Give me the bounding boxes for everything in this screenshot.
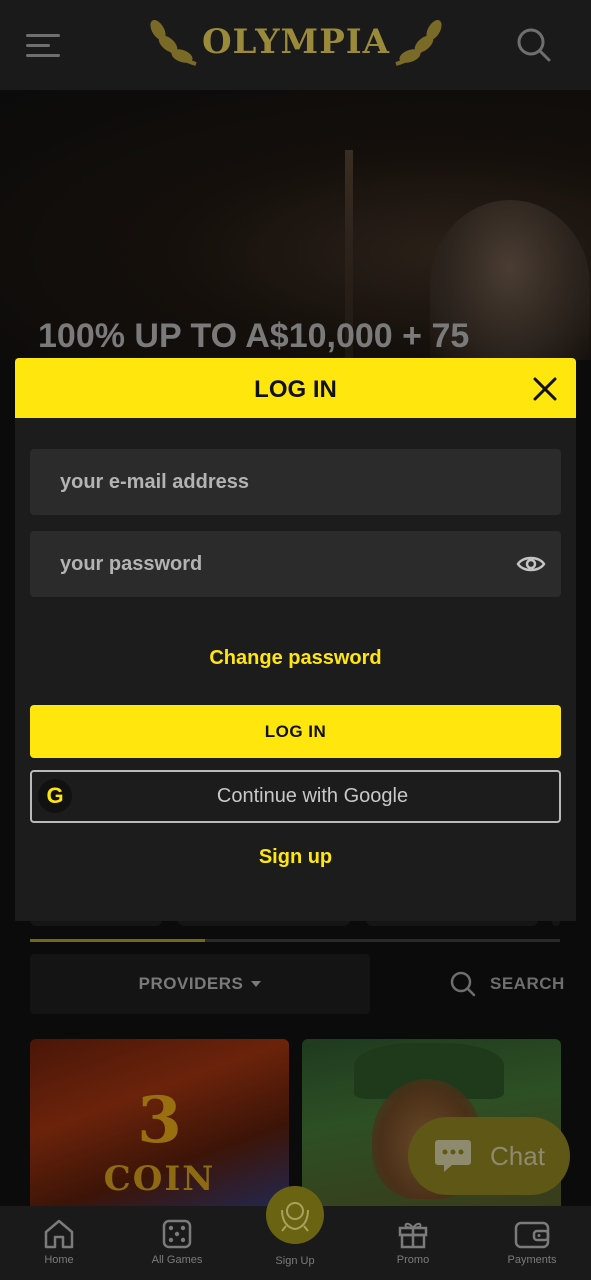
caret-down-icon <box>251 981 262 987</box>
providers-label: PROVIDERS <box>138 974 244 993</box>
promo-banner[interactable]: 100% UP TO A$10,000 + 75 <box>0 90 591 360</box>
nav-label-all-games: All Games <box>151 1254 203 1266</box>
email-field <box>30 449 561 515</box>
wallet-icon <box>514 1221 550 1249</box>
google-button-label: Continue with Google <box>216 785 409 807</box>
bottom-nav: Home All Games Sign Up Promo Payments <box>0 1186 591 1280</box>
google-signin-button[interactable]: G Continue with Google <box>30 770 561 823</box>
search-icon <box>450 971 476 997</box>
chat-label: Chat <box>490 1140 545 1171</box>
nav-label-sign-up: Sign Up <box>275 1255 315 1267</box>
menu-icon[interactable] <box>26 34 60 57</box>
eye-icon[interactable] <box>516 552 546 576</box>
logo[interactable]: OLYMPIA <box>146 12 446 74</box>
game-card[interactable]: 3 COIN <box>30 1039 289 1219</box>
login-button[interactable]: LOG IN <box>30 705 561 758</box>
chat-button[interactable]: Chat <box>408 1117 570 1195</box>
gift-icon <box>398 1222 428 1249</box>
nav-label-home: Home <box>44 1254 74 1266</box>
nav-label-promo: Promo <box>396 1254 430 1266</box>
close-icon[interactable] <box>530 374 560 404</box>
game-title-word: COIN <box>103 1159 216 1199</box>
tabs-scroll-indicator-fill <box>30 939 205 942</box>
login-modal: LOG IN Change password LOG IN G Continue… <box>15 358 576 921</box>
search-label: SEARCH <box>490 974 565 993</box>
tabs-scroll-indicator <box>30 939 560 942</box>
home-icon <box>44 1219 74 1249</box>
nav-item-sign-up[interactable] <box>266 1186 324 1244</box>
laurel-icon <box>281 1202 309 1232</box>
page: OLYMPIA 100% UP TO A$10,000 + 75 PROVIDE… <box>0 0 591 1280</box>
email-input[interactable] <box>30 449 561 515</box>
nav-item-payments[interactable]: Payments <box>473 1206 591 1280</box>
change-password-link[interactable]: Change password <box>15 647 576 670</box>
logo-text: OLYMPIA <box>201 22 391 62</box>
games-search-button[interactable]: SEARCH <box>450 968 565 1000</box>
laurel-right-icon <box>395 20 442 66</box>
game-title-number: 3 <box>137 1083 182 1158</box>
dice-icon <box>162 1219 192 1249</box>
modal-title: LOG IN <box>254 376 337 403</box>
modal-header: LOG IN <box>15 358 576 418</box>
top-header: OLYMPIA <box>0 0 591 90</box>
password-field <box>30 531 561 597</box>
search-icon[interactable] <box>515 26 551 62</box>
signup-link[interactable]: Sign up <box>15 846 576 869</box>
promo-title: 100% UP TO A$10,000 + 75 <box>38 317 470 355</box>
nav-item-home[interactable]: Home <box>0 1206 118 1280</box>
nav-item-all-games[interactable]: All Games <box>118 1206 236 1280</box>
nav-label-payments: Payments <box>507 1254 557 1266</box>
password-input[interactable] <box>30 531 561 597</box>
providers-dropdown[interactable]: PROVIDERS <box>30 954 370 1014</box>
chat-bubble-icon <box>435 1140 471 1172</box>
nav-item-promo[interactable]: Promo <box>354 1206 472 1280</box>
